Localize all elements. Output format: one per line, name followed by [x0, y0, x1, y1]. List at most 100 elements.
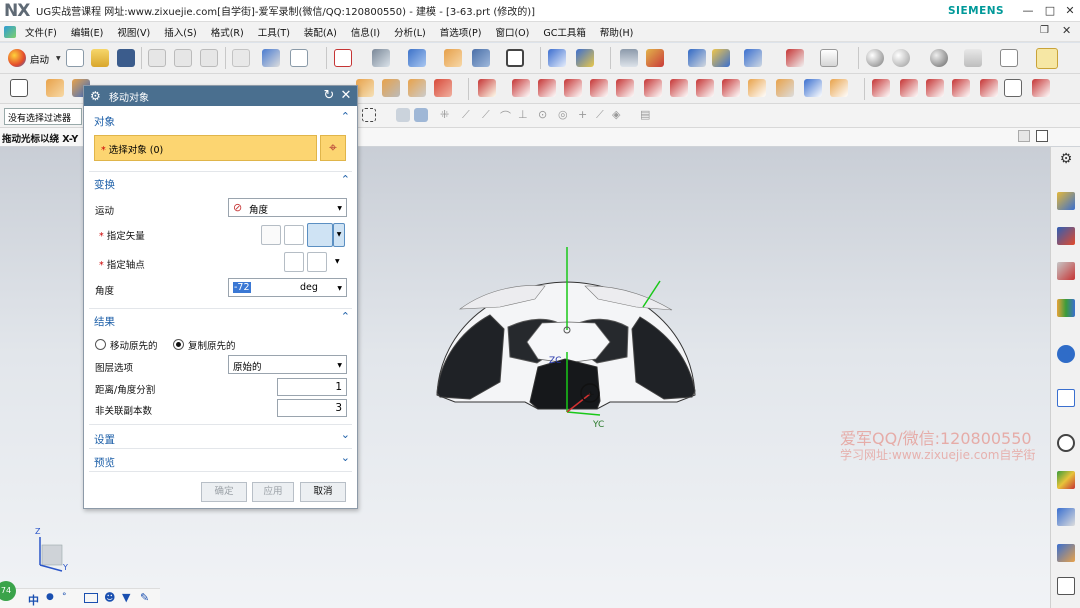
inferred-point-icon[interactable]: [307, 252, 327, 272]
move-original-label[interactable]: 移动原先的: [110, 338, 158, 352]
layout-icon[interactable]: [506, 49, 524, 67]
minimize-button[interactable]: —: [1018, 2, 1038, 20]
restore-button[interactable]: □: [1040, 2, 1060, 20]
measure-icon[interactable]: [620, 49, 638, 67]
ok-button[interactable]: 确定: [201, 482, 247, 502]
part-navigator-icon[interactable]: [1057, 262, 1075, 280]
select-window-icon[interactable]: [290, 49, 308, 67]
menu-restore-icon[interactable]: ❐: [1040, 25, 1049, 36]
section-result-header[interactable]: 结果 ⌃: [89, 310, 352, 330]
hint-maximize-icon[interactable]: [1036, 130, 1048, 142]
menu-insert[interactable]: 插入(S): [157, 25, 203, 39]
dialog-close-icon[interactable]: ✕: [338, 88, 354, 104]
studio-sphere-icon[interactable]: [930, 49, 948, 67]
curve-smooth-icon[interactable]: [1032, 79, 1050, 97]
new-file-icon[interactable]: [66, 49, 84, 67]
layer-settings-icon[interactable]: [444, 49, 462, 67]
render-style-icon[interactable]: [372, 49, 390, 67]
point-icon[interactable]: [478, 79, 496, 97]
vector-dropdown-icon[interactable]: ▼: [333, 223, 345, 247]
collapse-icon[interactable]: ⌃: [341, 310, 350, 323]
trim-body-icon[interactable]: [804, 79, 822, 97]
reverse-direction-icon[interactable]: [284, 225, 304, 245]
edit-object-icon[interactable]: [712, 49, 730, 67]
collapse-icon[interactable]: ⌃: [341, 173, 350, 186]
menu-format[interactable]: 格式(R): [204, 25, 251, 39]
circle-icon[interactable]: [564, 79, 582, 97]
arc-icon[interactable]: [538, 79, 556, 97]
copy-icon[interactable]: [174, 49, 192, 67]
full-screen-icon[interactable]: [1000, 49, 1018, 67]
wrench-icon[interactable]: ✎: [140, 591, 149, 604]
extract-curve-icon[interactable]: [722, 79, 740, 97]
copies-input[interactable]: 3: [277, 399, 347, 417]
ruler-icon[interactable]: [820, 49, 838, 67]
extrude-icon[interactable]: [46, 79, 64, 97]
process-studio-icon[interactable]: [1057, 508, 1075, 526]
ime-quote-icon[interactable]: °: [62, 592, 67, 602]
hole-icon[interactable]: [356, 79, 374, 97]
boss-icon[interactable]: [382, 79, 400, 97]
menu-assembly[interactable]: 装配(A): [297, 25, 344, 39]
history-icon[interactable]: [1057, 434, 1075, 452]
section-settings-header[interactable]: 设置 ⌄: [89, 428, 352, 448]
through-curves-icon[interactable]: [776, 79, 794, 97]
system-scene-icon[interactable]: [1057, 577, 1075, 595]
dialog-reset-icon[interactable]: ↻: [321, 88, 337, 104]
spline-icon[interactable]: [590, 79, 608, 97]
move-layer-icon[interactable]: [472, 49, 490, 67]
dimension-icon[interactable]: [786, 49, 804, 67]
assembly-navigator-icon[interactable]: [1057, 192, 1075, 210]
wcs-icon[interactable]: [548, 49, 566, 67]
apply-button[interactable]: 应用: [252, 482, 294, 502]
snap-arc-icon[interactable]: ⌒: [500, 108, 514, 123]
hint-toggle-icon[interactable]: [1018, 130, 1030, 142]
roles-icon[interactable]: [1057, 544, 1075, 562]
start-dropdown-icon[interactable]: ▼: [56, 55, 61, 62]
snap-perpendicular-icon[interactable]: ⊥: [518, 108, 532, 122]
snap-mid-icon[interactable]: ⟋: [462, 108, 476, 122]
ime-punctuation-icon[interactable]: ●: [46, 592, 54, 602]
cut-icon[interactable]: [148, 49, 166, 67]
show-hide-icon[interactable]: [688, 49, 706, 67]
sew-icon[interactable]: [830, 79, 848, 97]
ime-indicator[interactable]: 中: [28, 592, 39, 608]
corner-curve-icon[interactable]: [980, 79, 998, 97]
project-curve-icon[interactable]: [670, 79, 688, 97]
snap-grid-icon[interactable]: ◈: [612, 108, 626, 122]
crosshair-icon[interactable]: ⌖: [320, 135, 346, 161]
section-preview-header[interactable]: 预览 ⌄: [89, 451, 352, 471]
collapse-icon[interactable]: ⌃: [341, 110, 350, 123]
start-label[interactable]: 启动: [30, 52, 49, 66]
type-filter-select[interactable]: 没有选择过滤器: [4, 108, 82, 125]
menu-tools[interactable]: 工具(T): [251, 25, 297, 39]
snap-quadrant-icon[interactable]: ◎: [558, 108, 572, 122]
resource-settings-icon[interactable]: ⚙: [1057, 151, 1075, 169]
layer-option-select[interactable]: 原始的 ▼: [228, 355, 347, 374]
sketch-icon[interactable]: [10, 79, 28, 97]
selection-filter-icon[interactable]: [1036, 48, 1058, 69]
trim-curve-icon[interactable]: [900, 79, 918, 97]
reuse-library-icon[interactable]: [1057, 299, 1075, 317]
point-dialog-icon[interactable]: [284, 252, 304, 272]
soccer-ball-model[interactable]: [436, 281, 696, 410]
skin-icon[interactable]: ▼: [122, 591, 130, 604]
intersection-curve-icon[interactable]: [696, 79, 714, 97]
menu-close-icon[interactable]: ✕: [1062, 24, 1071, 37]
menu-window[interactable]: 窗口(O): [488, 25, 536, 39]
menu-preferences[interactable]: 首选项(P): [433, 25, 489, 39]
select-face-icon[interactable]: [414, 108, 428, 122]
menu-information[interactable]: 信息(I): [344, 25, 387, 39]
pivot-dropdown-icon[interactable]: ▼: [335, 258, 340, 265]
snap-point-icon[interactable]: [646, 49, 664, 67]
menu-view[interactable]: 视图(V): [110, 25, 157, 39]
cancel-button[interactable]: 取消: [300, 482, 346, 502]
move-object-icon[interactable]: [744, 49, 762, 67]
undo-icon[interactable]: [232, 49, 250, 67]
line-icon[interactable]: [512, 79, 530, 97]
fit-view-icon[interactable]: [334, 49, 352, 67]
menu-file[interactable]: 文件(F): [18, 25, 64, 39]
start-icon[interactable]: [8, 49, 26, 67]
select-object-row[interactable]: * 选择对象 (0): [94, 135, 317, 161]
curve-edit-icon[interactable]: [872, 79, 890, 97]
